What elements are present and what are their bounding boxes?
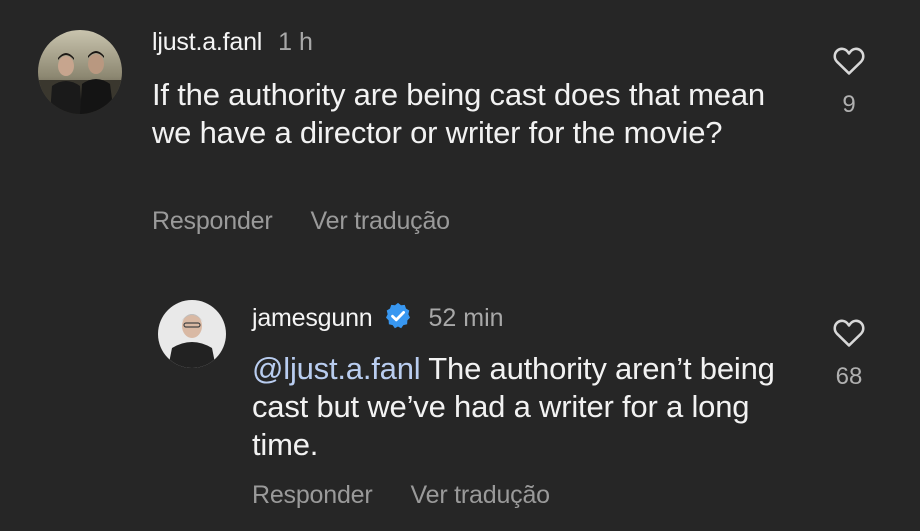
reply-timestamp: 52 min (428, 304, 504, 332)
reply-header: jamesgunn 52 min (252, 301, 504, 336)
reply-actions: Responder Ver tradução (252, 481, 550, 510)
comment-actions: Responder Ver tradução (152, 207, 450, 236)
translate-button[interactable]: Ver tradução (311, 207, 451, 236)
like-control: 9 (819, 44, 879, 119)
comment-header: ljust.a.fanl 1 h (152, 28, 313, 57)
heart-outline-icon[interactable] (832, 44, 866, 81)
commenter-username[interactable]: ljust.a.fanl (152, 28, 262, 57)
reply-comment: jamesgunn 52 min @ljust.a.fanl The autho… (0, 260, 920, 531)
reply-reply-button[interactable]: Responder (252, 481, 373, 510)
heart-outline-icon[interactable] (832, 316, 866, 353)
verified-badge-icon (383, 301, 413, 336)
reply-mention[interactable]: @ljust.a.fanl (252, 351, 421, 386)
reply-button[interactable]: Responder (152, 207, 273, 236)
reply-translate-button[interactable]: Ver tradução (411, 481, 551, 510)
comment-timestamp: 1 h (278, 28, 313, 56)
like-count: 9 (842, 91, 856, 118)
commenter-avatar[interactable] (38, 30, 122, 114)
reply-avatar[interactable] (158, 300, 226, 368)
comment: ljust.a.fanl 1 h If the authority are be… (0, 0, 920, 260)
reply-like-control: 68 (819, 316, 879, 391)
reply-username[interactable]: jamesgunn (252, 304, 373, 333)
reply-text: @ljust.a.fanl The authority aren’t being… (252, 350, 812, 464)
comment-text: If the authority are being cast does tha… (152, 77, 765, 150)
reply-like-count: 68 (835, 363, 863, 390)
